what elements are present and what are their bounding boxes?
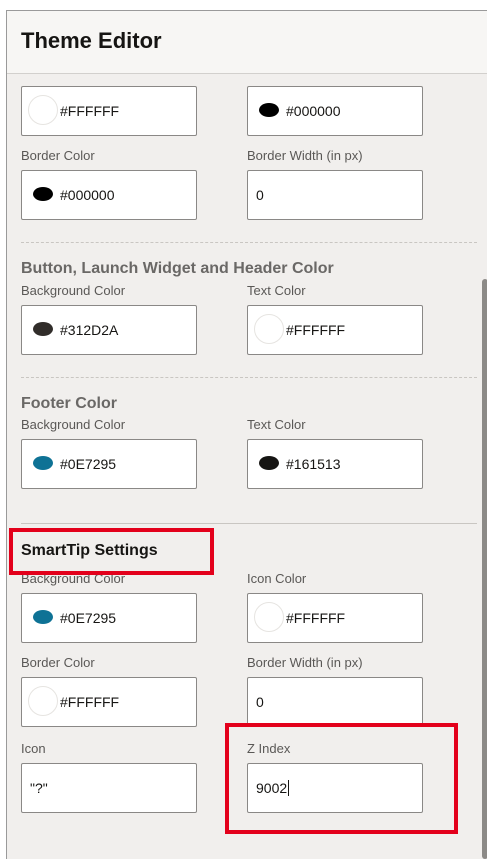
color-value: #FFFFFF [286,610,346,626]
footer-background-color-field[interactable]: #0E7295 [21,439,197,489]
border-color-label: Border Color [21,148,95,163]
color-swatch[interactable] [28,686,58,716]
color-value: #0E7295 [60,456,117,472]
color-value: #FFFFFF [60,103,120,119]
section-divider [21,242,477,243]
button-background-color-field[interactable]: #312D2A [21,305,197,355]
section-title-button: Button, Launch Widget and Header Color [21,260,334,277]
background-color-label: Background Color [21,283,126,298]
button-text-color-field[interactable]: #FFFFFF [247,305,423,355]
text-color-label: Text Color [247,283,306,298]
smarttip-border-color-field[interactable]: #FFFFFF [21,677,197,727]
color-value: #0E7295 [60,610,117,626]
color-swatch[interactable] [254,95,284,125]
border-color-label: Border Color [21,655,95,670]
z-index-highlight [225,723,458,834]
footer-text-color-field[interactable]: #161513 [247,439,423,489]
icon-color-label: Icon Color [247,571,307,586]
color-value: #000000 [286,103,341,119]
section-divider [21,377,477,378]
color-swatch[interactable] [28,314,58,344]
border-width-input[interactable]: 0 [247,170,423,220]
color-swatch[interactable] [28,179,58,209]
border-width-value: 0 [256,187,264,203]
border-width-value: 0 [256,694,264,710]
icon-value: "?" [30,780,48,796]
panel-header: Theme Editor [7,11,487,74]
color-value: #FFFFFF [286,322,346,338]
scrollbar-thumb[interactable] [482,279,487,859]
text-color-label: Text Color [247,417,306,432]
border-width-label: Border Width (in px) [247,148,363,163]
color-swatch[interactable] [254,314,284,344]
page-title: Theme Editor [21,28,162,53]
border-color-field[interactable]: #000000 [21,170,197,220]
border-width-label: Border Width (in px) [247,655,363,670]
color-field-top-left[interactable]: #FFFFFF [21,86,197,136]
smarttip-border-width-input[interactable]: 0 [247,677,423,727]
color-swatch[interactable] [28,602,58,632]
color-swatch[interactable] [254,602,284,632]
smarttip-icon-color-field[interactable]: #FFFFFF [247,593,423,643]
color-swatch[interactable] [254,448,284,478]
section-divider [21,523,477,524]
background-color-label: Background Color [21,417,126,432]
color-field-top-right[interactable]: #000000 [247,86,423,136]
color-value: #312D2A [60,322,119,338]
smarttip-settings-highlight [9,528,214,575]
color-swatch[interactable] [28,448,58,478]
smarttip-background-color-field[interactable]: #0E7295 [21,593,197,643]
color-value: #000000 [60,187,115,203]
smarttip-icon-input[interactable]: "?" [21,763,197,813]
color-value: #161513 [286,456,341,472]
section-title-footer: Footer Color [21,395,117,412]
color-swatch[interactable] [28,95,58,125]
color-value: #FFFFFF [60,694,120,710]
icon-label: Icon [21,741,46,756]
